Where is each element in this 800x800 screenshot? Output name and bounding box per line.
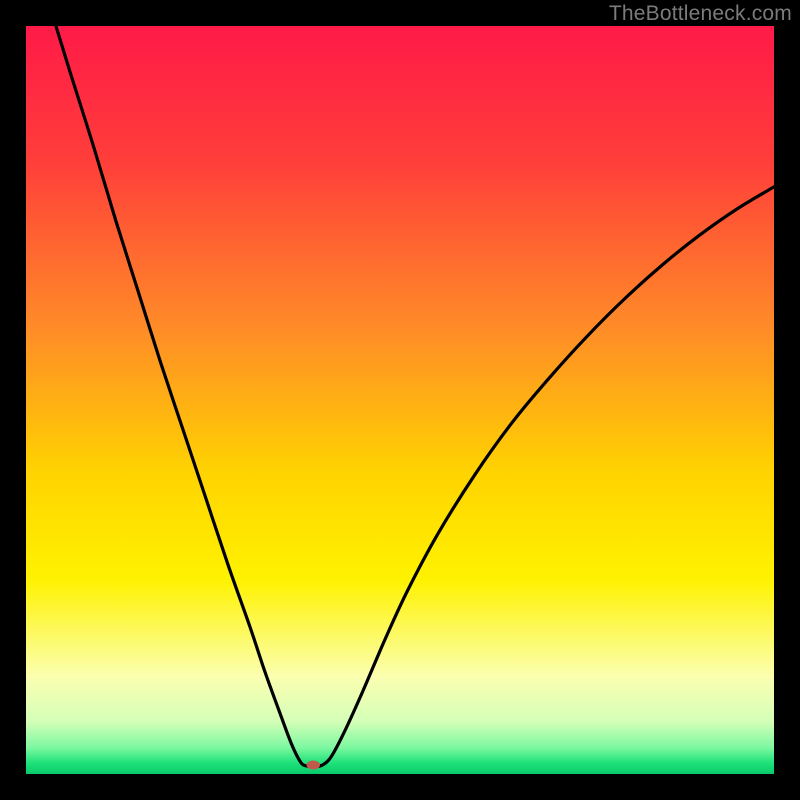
plot-svg: [26, 26, 774, 774]
gradient-background: [26, 26, 774, 774]
chart-frame: TheBottleneck.com: [0, 0, 800, 800]
watermark-label: TheBottleneck.com: [609, 2, 792, 26]
plot-area: [26, 26, 774, 774]
optimum-marker: [307, 761, 320, 770]
